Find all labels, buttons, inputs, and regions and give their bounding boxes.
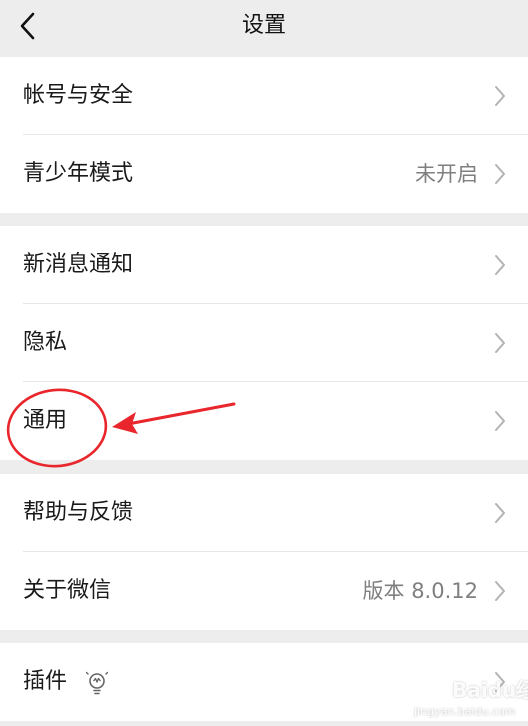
page-title: 设置 bbox=[241, 13, 286, 38]
settings-item-account-security[interactable]: 帐号与安全 bbox=[0, 57, 528, 135]
settings-item-label: 新消息通知 bbox=[23, 252, 134, 277]
settings-group-about: 帮助与反馈 关于微信 版本 8.0.12 bbox=[0, 474, 528, 630]
settings-item-help-feedback[interactable]: 帮助与反馈 bbox=[0, 474, 528, 552]
chevron-right-icon bbox=[495, 333, 505, 353]
version-text: 版本 8.0.12 bbox=[362, 579, 478, 603]
chevron-right-icon bbox=[495, 581, 505, 601]
chevron-right-icon bbox=[495, 255, 505, 275]
settings-item-youth-mode[interactable]: 青少年模式 未开启 bbox=[0, 135, 528, 213]
settings-item-label: 青少年模式 bbox=[23, 161, 134, 186]
settings-item-label: 通用 bbox=[23, 408, 68, 433]
watermark-brand: Baidu经验 bbox=[452, 678, 528, 702]
navigation-bar: 设置 bbox=[0, 0, 528, 52]
chevron-right-icon bbox=[495, 503, 505, 523]
settings-item-label: 帮助与反馈 bbox=[23, 500, 134, 525]
baidu-watermark: Baidu经验 jingyan.baidu.com bbox=[412, 672, 528, 722]
youth-mode-status: 未开启 bbox=[415, 162, 478, 186]
settings-item-label: 插件 bbox=[23, 669, 68, 694]
baidu-paw-icon bbox=[416, 674, 443, 700]
settings-item-label: 帐号与安全 bbox=[23, 83, 134, 108]
settings-item-new-message-notification[interactable]: 新消息通知 bbox=[0, 226, 528, 304]
chevron-right-icon bbox=[495, 86, 505, 106]
watermark-url: jingyan.baidu.com bbox=[414, 705, 516, 718]
settings-item-privacy[interactable]: 隐私 bbox=[0, 304, 528, 382]
settings-screen: 设置 帐号与安全 青少年模式 未开启 新消息通知 隐私 通用 帮助与反馈 关于微… bbox=[0, 0, 528, 726]
settings-item-about-wechat[interactable]: 关于微信 版本 8.0.12 bbox=[0, 552, 528, 630]
lightbulb-icon bbox=[86, 671, 108, 695]
settings-item-general[interactable]: 通用 bbox=[0, 382, 528, 460]
chevron-right-icon bbox=[495, 164, 505, 184]
settings-group-notifications: 新消息通知 隐私 通用 bbox=[0, 226, 528, 460]
chevron-right-icon bbox=[495, 411, 505, 431]
settings-group-account: 帐号与安全 青少年模式 未开启 bbox=[0, 57, 528, 213]
settings-item-label: 隐私 bbox=[23, 330, 68, 355]
settings-item-label: 关于微信 bbox=[23, 578, 112, 603]
